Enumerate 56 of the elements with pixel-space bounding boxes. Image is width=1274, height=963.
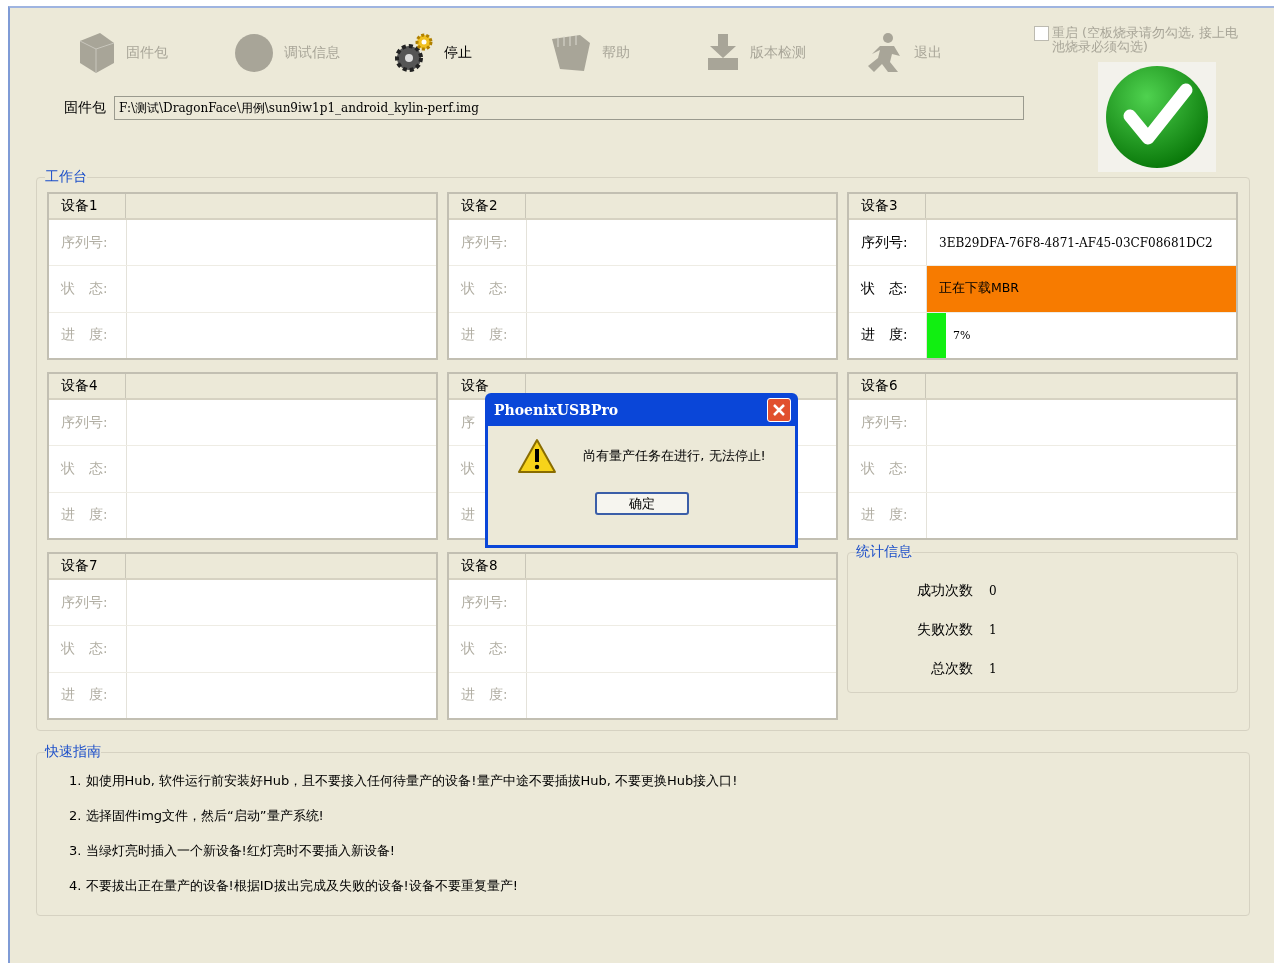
field-label: 状 态:	[49, 626, 127, 672]
firmware-label: 固件包	[64, 99, 106, 117]
field-label: 序列号:	[49, 400, 127, 446]
group-title: 工作台	[45, 168, 87, 186]
serial-value: 3EB29DFA-76F8-4871-AF45-03CF08681DC2	[938, 234, 1214, 252]
status-value: 正在下载MBR	[927, 266, 1236, 312]
field-label: 进 度:	[849, 492, 927, 538]
download-icon	[708, 34, 740, 72]
field-label: 序列号:	[449, 580, 527, 626]
close-button[interactable]	[767, 397, 791, 422]
stat-value: 1	[989, 622, 998, 637]
device-title: 设备7	[49, 554, 126, 578]
toolbar-button[interactable]: 停止	[392, 32, 550, 74]
stat-label: 失败次数	[916, 620, 973, 639]
field-label: 状 态:	[449, 626, 527, 672]
field-label: 进 度:	[449, 672, 527, 718]
stat-label: 总次数	[930, 659, 973, 678]
stat-label: 成功次数	[916, 581, 973, 600]
device-title: 设备3	[849, 194, 926, 218]
field-label: 状 态:	[49, 446, 127, 492]
field-label: 序列号:	[849, 400, 927, 446]
device-title: 设备6	[849, 374, 926, 398]
group-title: 统计信息	[856, 543, 912, 561]
ok-button[interactable]: 确定	[594, 492, 689, 515]
guide-text: 1. 如使用Hub, 软件运行前安装好Hub，且不要接入任何待量产的设备!量产中途不要插拔Hub, 不要更换Hub接入口!	[68, 771, 739, 790]
circle-icon	[234, 33, 274, 73]
field-label: 状 态:	[449, 266, 527, 312]
guide-text: 4. 不要拔出正在量产的设备!根据ID拔出完成及失败的设备!设备不要重复量产!	[68, 876, 519, 895]
field-label: 序列号:	[49, 220, 127, 266]
guide-text: 2. 选择固件img文件，然后“启动”量产系统!	[68, 806, 325, 825]
checkbox[interactable]	[1034, 26, 1049, 41]
field-label: 序列号:	[49, 580, 127, 626]
device-title: 设备4	[49, 374, 126, 398]
field-label: 进 度:	[49, 492, 127, 538]
device-title: 设备8	[449, 554, 526, 578]
group-title: 快速指南	[45, 743, 101, 761]
warning-icon	[517, 438, 558, 474]
field-label: 进 度:	[49, 312, 127, 358]
field-label: 状 态:	[49, 266, 127, 312]
close-icon	[773, 403, 785, 416]
folder-icon	[550, 33, 592, 73]
gears-icon	[392, 32, 434, 74]
field-label: 序列号:	[849, 220, 927, 266]
field-label: 进 度:	[449, 312, 527, 358]
firmware-path-field[interactable]: F:\测试\DragonFace\用例\sun9iw1p1_android_kylin-perf.img	[114, 96, 1024, 120]
device-title: 设备2	[449, 194, 526, 218]
field-label: 序列号:	[449, 220, 527, 266]
stat-value: 1	[989, 661, 998, 676]
field-label: 进 度:	[49, 672, 127, 718]
device-title: 设备1	[49, 194, 126, 218]
dialog-message: 尚有量产任务在进行, 无法停止!	[583, 447, 766, 465]
stat-value: 0	[989, 583, 998, 598]
guide-text: 3. 当绿灯亮时插入一个新设备!红灯亮时不要插入新设备!	[68, 841, 396, 860]
progress-text: 7%	[953, 328, 971, 342]
check-icon	[1104, 64, 1210, 170]
field-label: 状 态:	[849, 446, 927, 492]
